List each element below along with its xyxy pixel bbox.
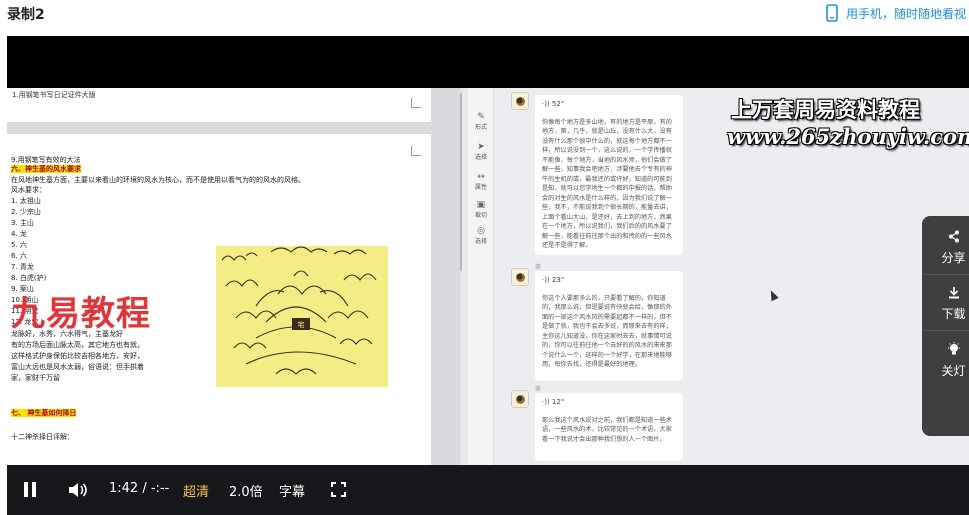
promo-overlay-url: www.265zhouyiw.com <box>727 124 969 149</box>
avatar <box>511 268 529 286</box>
light-off-button[interactable]: 关灯 <box>922 342 969 379</box>
share-button[interactable]: 分享 <box>922 230 969 266</box>
lightbulb-icon <box>922 342 969 360</box>
doc-line: 1. 太祖山 <box>11 197 41 205</box>
fengshui-diagram: 宅 <box>216 246 388 387</box>
light-off-label: 关灯 <box>941 364 966 378</box>
divider <box>922 274 969 275</box>
doc-line: 3. 主山 <box>11 219 34 227</box>
divider <box>922 330 969 331</box>
doc-line: 这样格式护身保佑比较吉相各地方，安好， <box>11 352 144 360</box>
chat-pane: ·)) 52" 你像每个地方是多山地，有的地方是平原，有的地方，第，几乎，就是山… <box>497 88 969 465</box>
tool-label: 属性 <box>474 184 487 191</box>
doc-line: 2. 少宗山 <box>11 208 41 216</box>
phone-icon <box>826 4 838 22</box>
speed-button[interactable]: 2.0倍 <box>229 481 263 500</box>
volume-icon[interactable] <box>68 482 88 503</box>
doc-line: 在风地神生基方面，主要以来看山的环境的风水为核心，而不是使用以看气为的的风水的风… <box>11 176 305 184</box>
phone-link-label: 用手机，随时随地看视 <box>846 6 967 21</box>
message-text: 那么我这个风水说对之前，我们都是知道一些术语，一些风水的术，比较常见的一个术语，… <box>542 416 672 443</box>
tool-label: 选择 <box>474 238 487 245</box>
tool-label: 裁切 <box>474 212 487 219</box>
avatar <box>511 92 529 110</box>
message-bubble[interactable]: ·)) 23" 你这个人要那多么的，只要看了解的，你知道的，我那么说，但是要说有… <box>535 271 683 381</box>
doc-highlight: 六、神生基的风水要求 <box>11 165 81 173</box>
tool-label: 选择 <box>474 154 487 161</box>
doc-line: 家，家财千万留 <box>11 374 60 382</box>
message-text: 你像每个地方是多山地，有的地方是平原，有的地方，第，几乎，就是山丘，没有什么大，… <box>542 118 672 250</box>
tool-label: 形式 <box>474 124 487 131</box>
pause-icon[interactable] <box>23 482 37 497</box>
tool-select[interactable]: ➤ 选择 <box>468 142 494 161</box>
side-action-panel: 分享 下载 关灯 <box>922 216 969 436</box>
message-text: 你这个人要那多么的，只要看了解的，你知道的，我那么说，但是要说有快就会给，像那的… <box>542 294 672 369</box>
promo-overlay-title: 上万套周易资料教程 <box>731 97 920 122</box>
page-corner-mark <box>411 98 421 108</box>
arrow-icon: ↔ <box>477 172 485 182</box>
voice-duration: ·)) 23" <box>542 276 565 284</box>
fullscreen-icon[interactable] <box>331 482 346 497</box>
doc-line: 十二神杀择日评解： <box>11 433 74 441</box>
top-bar: 录制2 用手机，随时随地看视 <box>0 0 969 36</box>
doc-toolbar: ✎ 形式 ➤ 选择 ↔ 属性 ▣ 裁切 ◎ 选择 <box>468 88 494 465</box>
share-icon <box>922 230 969 247</box>
download-label: 下载 <box>941 307 966 321</box>
page-corner-mark <box>411 146 421 156</box>
doc-line: 7. 青龙 <box>11 263 34 271</box>
tool-select-2[interactable]: ◎ 选择 <box>468 226 494 245</box>
doc-line: 8. 白虎(护) <box>11 274 47 282</box>
svg-text:宅: 宅 <box>298 320 305 329</box>
message-bubble[interactable]: ·)) 12" 那么我这个风水说对之前，我们都是知道一些术语，一些风水的术，比较… <box>535 393 683 461</box>
page-title: 录制2 <box>7 7 45 23</box>
time-display: 1:42 / -:-- <box>109 481 170 496</box>
pointer-icon: ➤ <box>477 142 485 152</box>
voice-duration: ·)) 52" <box>542 100 565 108</box>
video-player[interactable]: 1.用钢笔书写日记证件大版 9.用钢笔写有效的大法 六、神生基的风水要求 在风地… <box>7 36 969 515</box>
player-control-bar: 1:42 / -:-- 超清 2.0倍 字幕 <box>7 465 969 515</box>
video-frame[interactable]: 1.用钢笔书写日记证件大版 9.用钢笔写有效的大法 六、神生基的风水要求 在风地… <box>7 88 969 465</box>
document-page-top: 1.用钢笔书写日记证件大版 <box>7 88 431 122</box>
download-button[interactable]: 下载 <box>922 286 969 322</box>
doc-section-heading: 六、神生基的风水要求 <box>11 165 81 174</box>
doc-line: 富山大远也是风水太弱，俗语说：但手拱着 <box>11 363 144 371</box>
document-page: 9.用钢笔写有效的大法 六、神生基的风水要求 在风地神生基方面，主要以来看山的环… <box>7 134 431 465</box>
doc-line: 6. 六 <box>11 252 27 260</box>
subtitles-button[interactable]: 字幕 <box>279 481 305 500</box>
doc-line: 有的方场后面山脉太高，其它地方也有就， <box>11 341 144 349</box>
avatar <box>511 390 529 408</box>
voice-duration: ·)) 12" <box>542 398 565 406</box>
tool-form[interactable]: ✎ 形式 <box>468 112 494 131</box>
mouse-cursor-icon <box>767 288 779 302</box>
pen-icon: ✎ <box>477 112 485 122</box>
crop-icon: ▣ <box>476 200 486 210</box>
watch-on-phone-link[interactable]: 用手机，随时随地看视 <box>826 4 966 22</box>
doc-line: 9.用钢笔写有效的大法 <box>11 156 81 164</box>
download-icon <box>922 286 969 303</box>
doc-scrollbar-thumb[interactable] <box>460 92 462 272</box>
doc-section-heading: 七、 神生基如何择日 <box>11 409 77 418</box>
pin-icon: ◎ <box>477 226 485 236</box>
document-pane: 1.用钢笔书写日记证件大版 9.用钢笔写有效的大法 六、神生基的风水要求 在风地… <box>7 88 462 465</box>
page1-text: 1.用钢笔书写日记证件大版 <box>12 91 96 99</box>
watermark: 九易教程 <box>11 294 151 334</box>
tool-crop[interactable]: ▣ 裁切 <box>468 200 494 219</box>
doc-highlight: 七、 神生基如何择日 <box>11 409 77 417</box>
doc-line: 5. 六 <box>11 241 27 249</box>
tool-properties[interactable]: ↔ 属性 <box>468 172 494 191</box>
message-bubble[interactable]: ·)) 52" 你像每个地方是多山地，有的地方是平原，有的地方，第，几乎，就是山… <box>535 95 683 255</box>
share-label: 分享 <box>941 251 966 265</box>
quality-button[interactable]: 超清 <box>183 481 209 500</box>
doc-line: 4. 龙 <box>11 230 27 238</box>
doc-line: 风水要求： <box>11 186 46 194</box>
